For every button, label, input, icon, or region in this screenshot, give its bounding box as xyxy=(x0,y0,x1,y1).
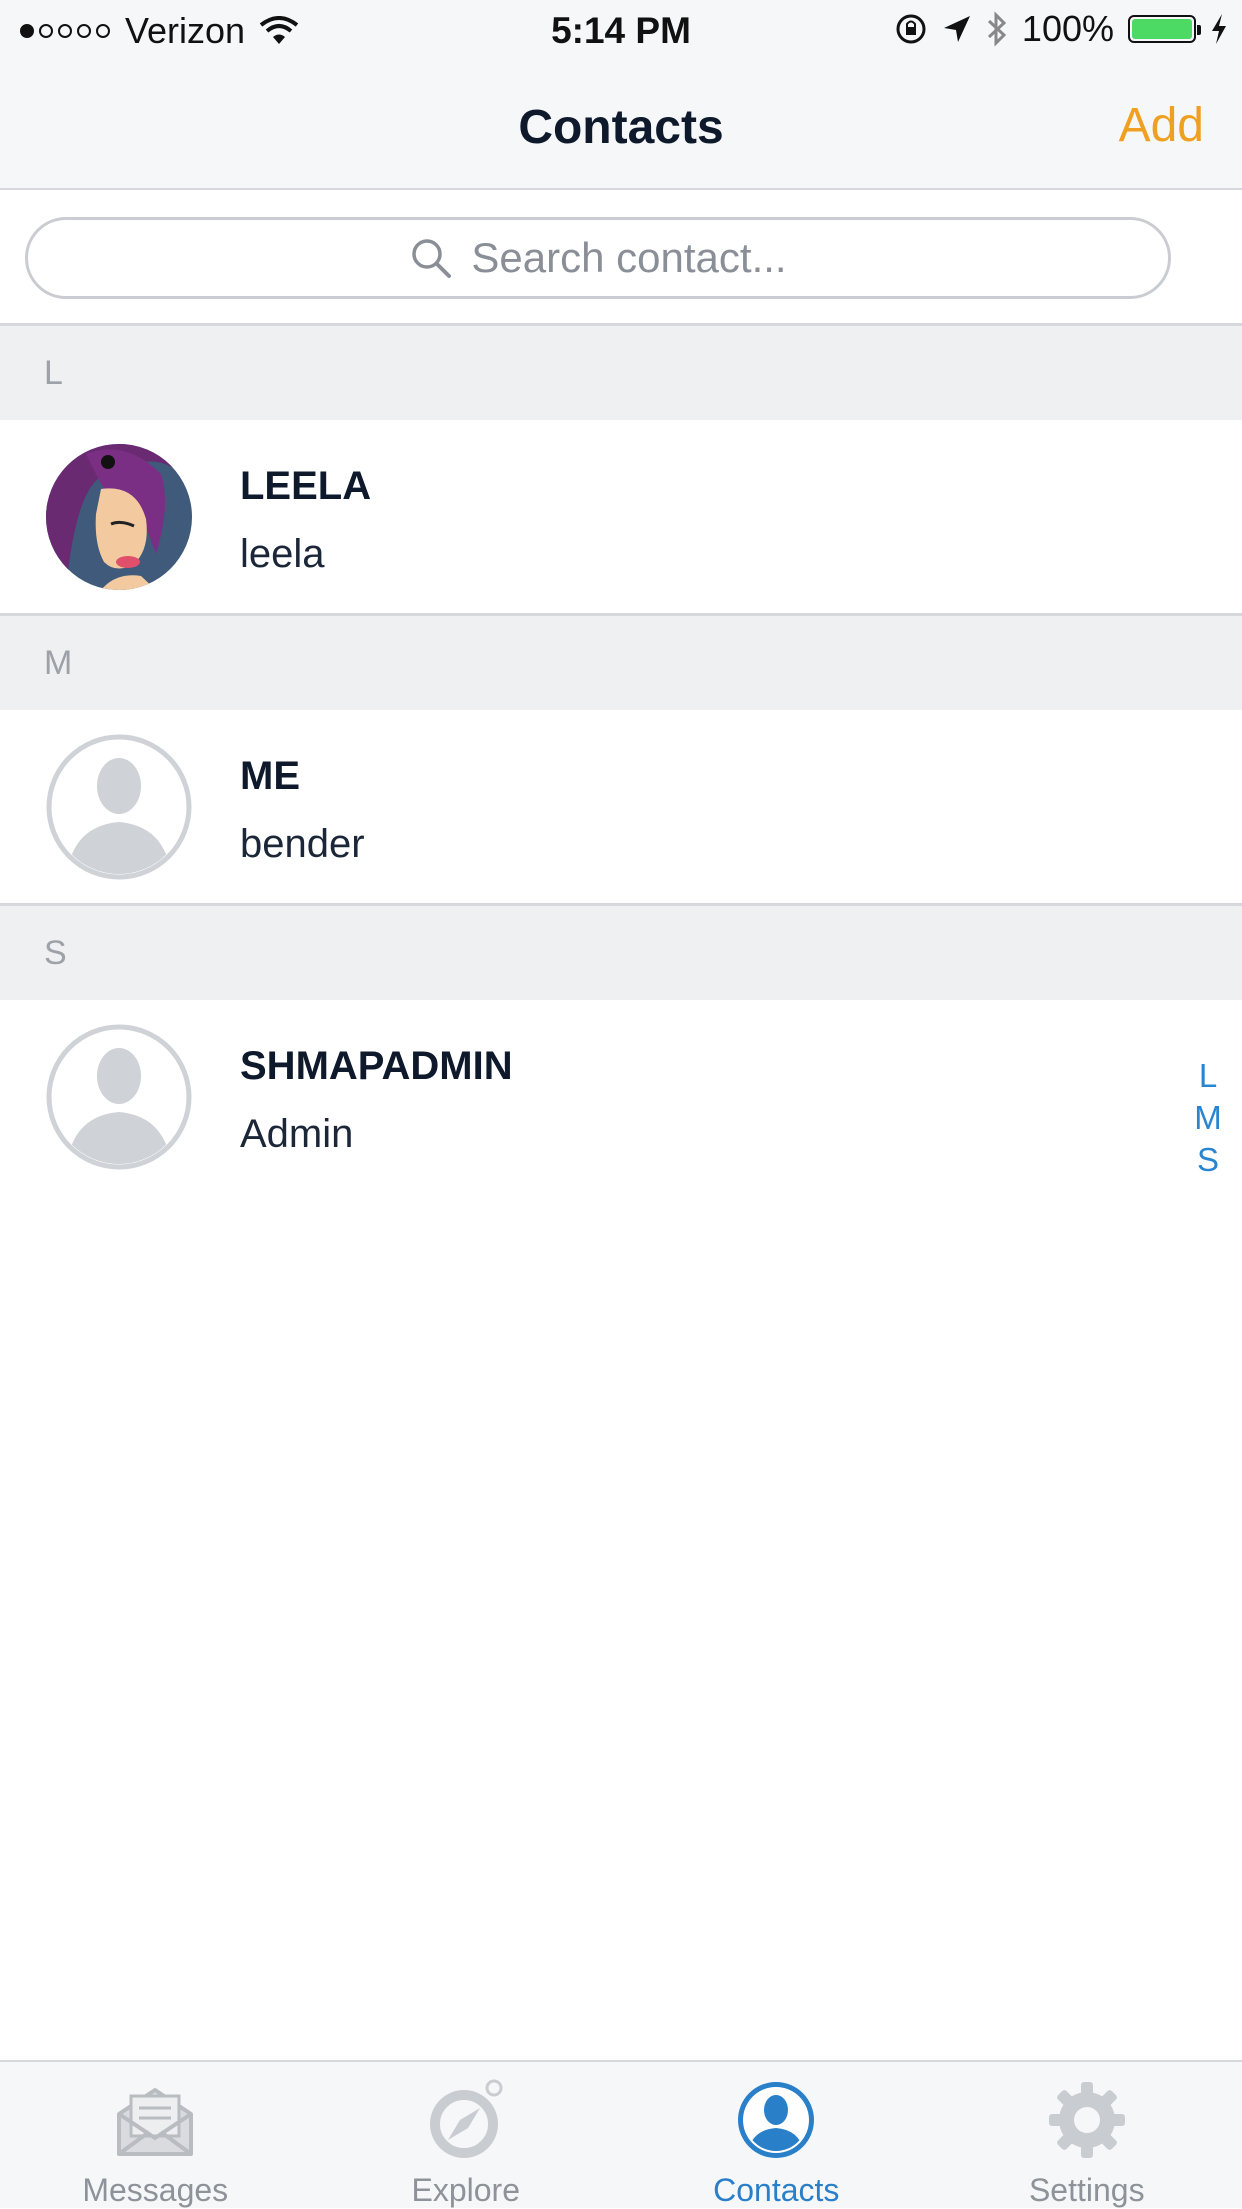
contact-row-me[interactable]: ME bender xyxy=(0,710,1242,906)
section-letter: S xyxy=(44,934,67,973)
compass-icon xyxy=(424,2078,508,2162)
index-letter-l[interactable]: L xyxy=(1199,1055,1217,1097)
tab-explore[interactable]: Explore xyxy=(311,2062,622,2208)
avatar xyxy=(46,444,192,590)
tab-label: Contacts xyxy=(621,2172,932,2209)
tab-messages[interactable]: Messages xyxy=(0,2062,311,2208)
placeholder-person-icon xyxy=(46,734,192,880)
battery-percent: 100% xyxy=(1022,8,1114,50)
search-placeholder: Search contact... xyxy=(471,234,786,282)
placeholder-person-icon xyxy=(46,1024,192,1170)
contact-name: ME xyxy=(240,754,300,799)
index-letter-s[interactable]: S xyxy=(1197,1139,1219,1181)
gear-icon xyxy=(1045,2078,1129,2162)
charging-bolt-icon xyxy=(1210,14,1228,44)
tab-label: Messages xyxy=(0,2172,311,2209)
search-container: Search contact... xyxy=(0,190,1242,326)
section-header-m: M xyxy=(0,616,1242,710)
navigation-bar: Contacts Add xyxy=(0,62,1242,190)
section-header-l: L xyxy=(0,326,1242,420)
add-contact-button[interactable]: Add xyxy=(1119,98,1204,153)
envelope-icon xyxy=(113,2078,197,2162)
location-arrow-icon xyxy=(942,14,972,44)
section-header-s: S xyxy=(0,906,1242,1000)
tab-settings[interactable]: Settings xyxy=(932,2062,1242,2208)
person-icon xyxy=(734,2078,818,2162)
contact-name: SHMAPADMIN xyxy=(240,1044,513,1089)
page-title: Contacts xyxy=(0,100,1242,155)
contact-name: LEELA xyxy=(240,464,371,509)
section-letter: L xyxy=(44,354,63,393)
tab-bar: Messages Explore Contacts xyxy=(0,2060,1242,2208)
status-right: 100% xyxy=(880,8,1228,50)
bluetooth-icon xyxy=(986,11,1008,47)
contact-username: bender xyxy=(240,822,365,867)
index-letter-m[interactable]: M xyxy=(1194,1097,1222,1139)
section-index[interactable]: L M S xyxy=(1188,1055,1228,1181)
contact-row-leela[interactable]: LEELA leela xyxy=(0,420,1242,616)
search-input[interactable]: Search contact... xyxy=(25,217,1171,299)
contact-username: Admin xyxy=(240,1112,353,1157)
tab-label: Explore xyxy=(311,2172,622,2209)
status-bar: Verizon 5:14 PM 100% xyxy=(0,0,1242,62)
battery-icon xyxy=(1128,15,1196,43)
contact-row-shmapadmin[interactable]: SHMAPADMIN Admin xyxy=(0,1000,1242,1196)
search-icon xyxy=(409,236,453,280)
section-letter: M xyxy=(44,644,72,683)
tab-contacts[interactable]: Contacts xyxy=(621,2062,932,2208)
contact-username: leela xyxy=(240,532,325,577)
orientation-lock-icon xyxy=(894,12,928,46)
tab-label: Settings xyxy=(932,2172,1242,2209)
